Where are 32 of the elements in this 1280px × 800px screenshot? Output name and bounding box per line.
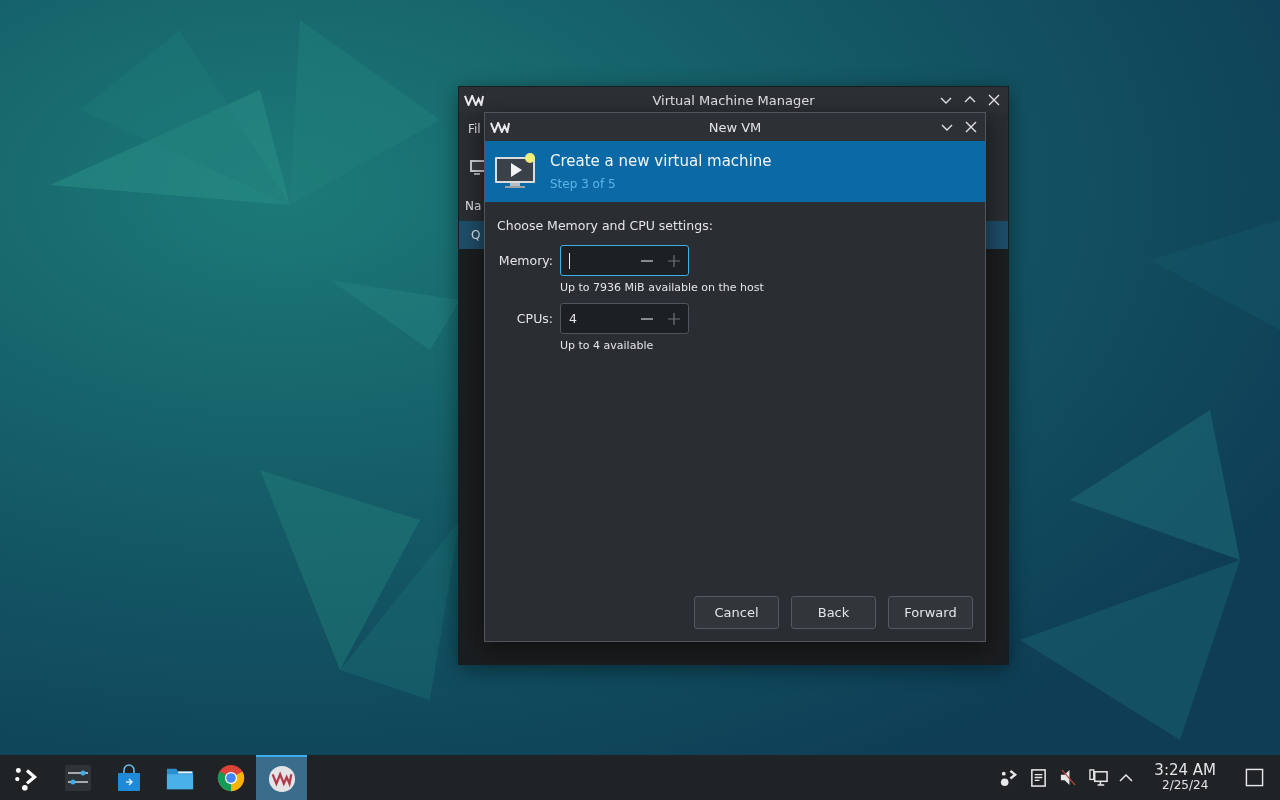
spin-field[interactable]: 4: [560, 303, 689, 334]
window-title: Virtual Machine Manager: [652, 92, 815, 108]
clipboard-icon[interactable]: [1029, 768, 1049, 787]
field-label: CPUs:: [516, 311, 553, 326]
plus-icon[interactable]: [668, 312, 680, 325]
field-label: Memory:: [498, 253, 553, 268]
clock-date[interactable]: 2/25/24: [1162, 779, 1209, 792]
browser-icon[interactable]: [216, 763, 245, 792]
header-title: Create a new virtual machine: [550, 152, 772, 170]
plus-icon[interactable]: [668, 254, 680, 267]
clock-time[interactable]: 3:24 AM: [1154, 763, 1216, 780]
sliders-icon[interactable]: [63, 763, 92, 792]
section-prompt: Choose Memory and CPU settings:: [497, 218, 714, 233]
menu-item[interactable]: Fil: [468, 122, 481, 136]
show-desktop-icon[interactable]: [1245, 768, 1264, 787]
close-icon[interactable]: [988, 94, 1000, 106]
field-hint: Up to 7936 MiB available on the host: [560, 281, 764, 294]
window-title: New VM: [708, 119, 762, 135]
spin-field[interactable]: [560, 245, 689, 276]
vm-logo-icon: [490, 121, 510, 133]
chevron-up-icon[interactable]: [1119, 772, 1134, 783]
step-indicator: Step 3 of 5: [550, 177, 617, 191]
dialog-button[interactable]: Cancel: [694, 596, 779, 629]
vm-app-icon[interactable]: [267, 764, 296, 793]
wired-network-icon[interactable]: [1089, 768, 1109, 787]
dialog-button[interactable]: Back: [791, 596, 876, 629]
dialog-button[interactable]: Forward: [888, 596, 973, 629]
close-icon[interactable]: [965, 121, 977, 133]
vm-logo-icon: [464, 94, 484, 106]
field-hint: Up to 4 available: [560, 339, 654, 352]
column-header[interactable]: Na: [465, 199, 482, 213]
network-icon[interactable]: [999, 768, 1019, 787]
